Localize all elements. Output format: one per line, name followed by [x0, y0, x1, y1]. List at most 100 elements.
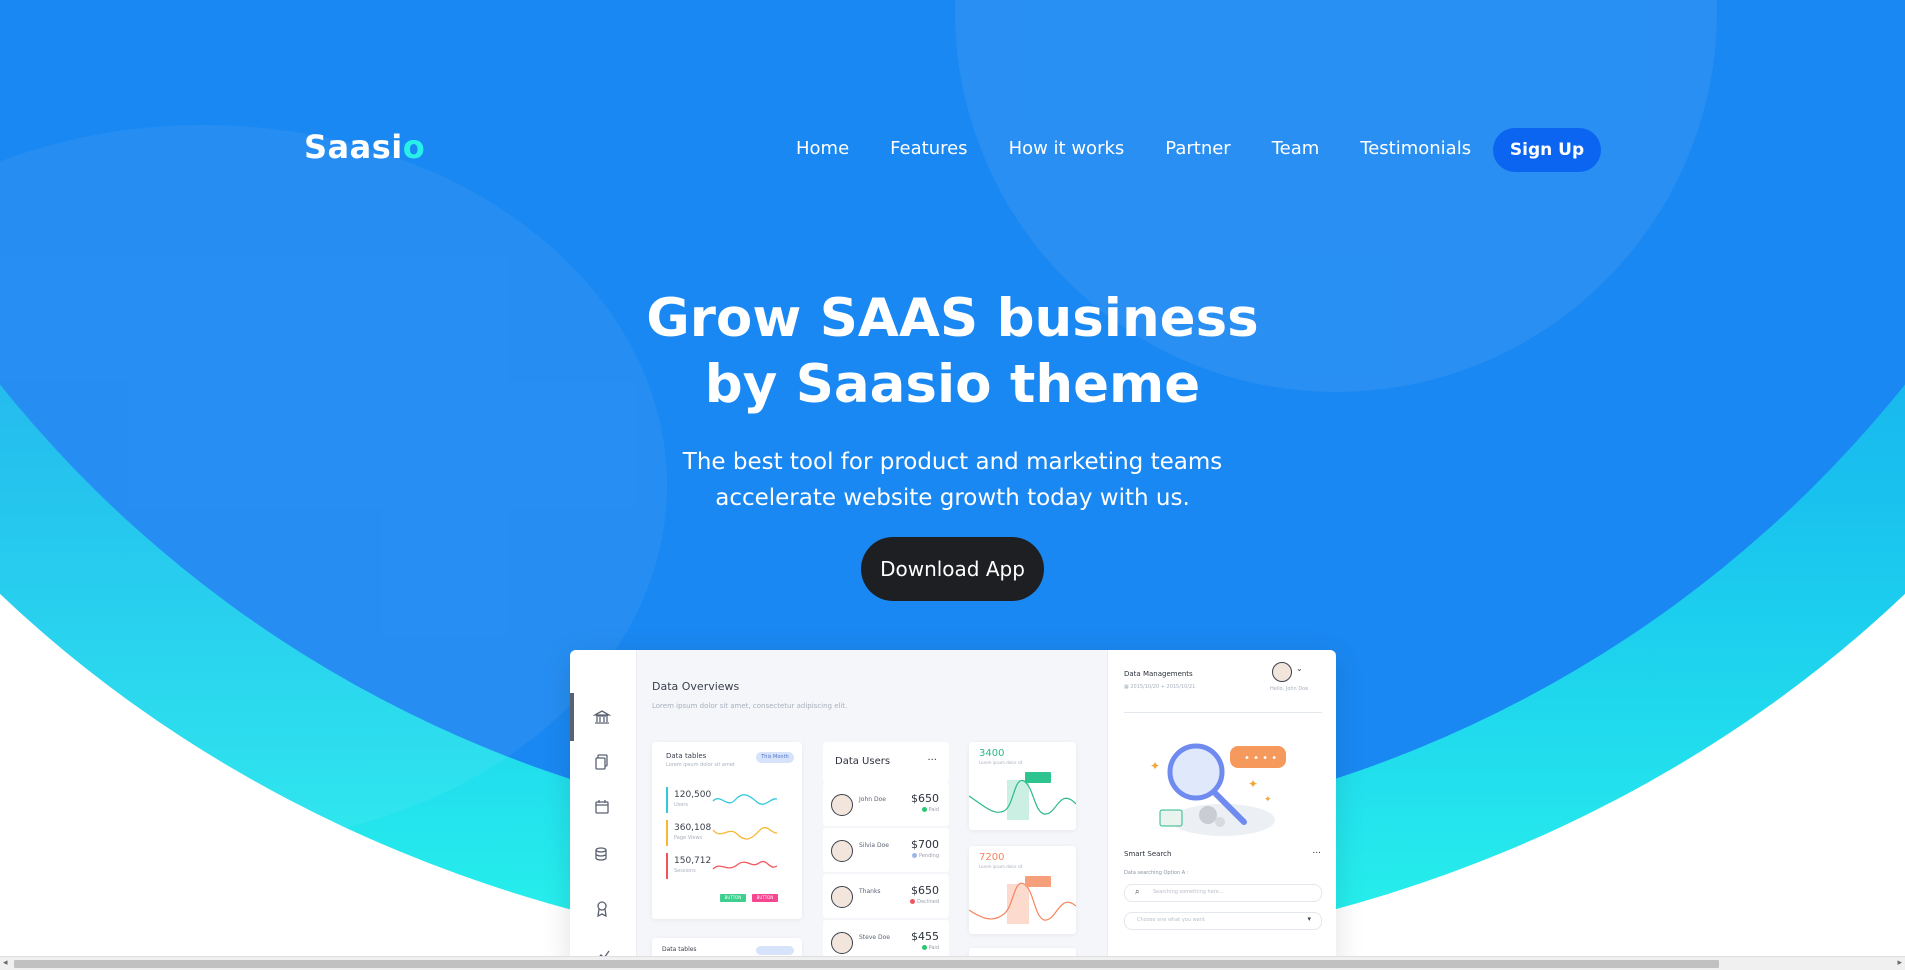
status-dot [910, 899, 916, 904]
user-name: John Doe [859, 796, 886, 803]
award-icon [592, 900, 612, 918]
calendar-icon [592, 798, 612, 816]
status-text: Pending [919, 853, 939, 859]
user-status: Pending [912, 853, 939, 859]
scroll-right-icon[interactable]: ▸ [1897, 958, 1902, 968]
dashboard-preview: Data Overviews Lorem ipsum dolor sit ame… [570, 650, 1336, 970]
hero-subtitle-line2: accelerate website growth today with us. [715, 485, 1190, 511]
search-placeholder: Searching something here... [1153, 889, 1224, 895]
dashboard-heading: Data Overviews [652, 680, 740, 693]
stat-bar [666, 787, 668, 813]
caret-down-icon: ▾ [1307, 915, 1311, 923]
data-tables-sub: Lorem ipsum dolor sit amet [666, 762, 735, 768]
svg-text:✦: ✦ [1150, 759, 1160, 773]
user-name: Steve Doe [859, 934, 890, 941]
user-row: Thanks $650 Declined [823, 874, 949, 918]
scroll-left-icon[interactable]: ◂ [3, 958, 8, 968]
user-row: Silvia Doe $700 Pending [823, 828, 949, 872]
user-status: Paid [921, 807, 939, 813]
stat-label: Users [674, 802, 689, 808]
hero-title: Grow SAAS business by Saasio theme [0, 286, 1905, 418]
nav-testimonials[interactable]: Testimonials [1360, 138, 1471, 159]
horizontal-scrollbar[interactable]: ◂ ▸ [0, 956, 1905, 970]
user-status: Paid [921, 945, 939, 951]
avatar [831, 794, 853, 816]
pink-button[interactable]: BUTTON [752, 894, 778, 902]
mini-chart-green: 3400 Lorem ipsum dolor sit [969, 742, 1076, 830]
status-text: Paid [928, 945, 939, 951]
hero-subtitle-line1: The best tool for product and marketing … [682, 449, 1223, 475]
status-dot [921, 807, 927, 812]
status-text: Paid [928, 807, 939, 813]
main-nav: Home Features How it works Partner Team … [796, 138, 1512, 159]
stat-bar [666, 853, 668, 879]
scrollbar-thumb[interactable] [14, 960, 1719, 968]
hello-user: Hello, John Doe [1270, 686, 1309, 692]
brand-accent-letter: o [402, 128, 426, 166]
sidebar-active-indicator [570, 693, 574, 741]
data-tables-filter[interactable]: This Month [756, 752, 794, 763]
users-card-header: Data Users ... [823, 742, 949, 782]
option-select[interactable]: Choose one what you want ▾ [1124, 912, 1322, 930]
more-icon[interactable]: ... [1312, 846, 1321, 856]
user-status: Declined [910, 899, 939, 905]
nav-home[interactable]: Home [796, 138, 849, 159]
signup-button[interactable]: Sign Up [1493, 128, 1601, 172]
coins-icon [592, 845, 612, 863]
stat-value: 120,500 [674, 790, 712, 800]
smart-search-title: Smart Search [1124, 850, 1172, 858]
svg-text:✦: ✦ [1264, 795, 1272, 805]
mini-chart-green-plot [969, 772, 1076, 820]
smart-search-input[interactable]: ⌕ Searching something here... [1124, 884, 1322, 902]
svg-text:• • • •: • • • • [1244, 753, 1277, 764]
nav-features[interactable]: Features [890, 138, 967, 159]
stat-label: Sessions [674, 868, 696, 874]
stat-row-pageviews: 360,108 Page Views [666, 820, 778, 846]
brand-logo[interactable]: Saasio [304, 128, 425, 166]
divider [1124, 712, 1322, 713]
data-users-card: Data Users ... John Doe $650 Paid Silvia… [823, 742, 949, 970]
hero-subtitle: The best tool for product and marketing … [0, 444, 1905, 516]
data-tables-title-2: Data tables [662, 946, 697, 953]
nav-how-it-works[interactable]: How it works [1009, 138, 1125, 159]
chevron-down-icon[interactable]: ⌄ [1296, 664, 1303, 673]
filter-pill [756, 946, 794, 955]
mini-chart-value: 3400 [979, 748, 1005, 759]
user-price: $700 [911, 838, 939, 851]
data-users-title: Data Users [835, 756, 891, 767]
status-dot [912, 853, 917, 858]
landing-page: Saasio Home Features How it works Partne… [0, 0, 1905, 970]
svg-text:✦: ✦ [1248, 777, 1258, 791]
search-illustration: • • • • ✦ ✦ ✦ [1150, 743, 1286, 836]
green-button[interactable]: BUTTON [720, 894, 746, 902]
nav-team[interactable]: Team [1272, 138, 1320, 159]
user-name: Thanks [859, 888, 881, 895]
stat-value: 360,108 [674, 823, 712, 833]
user-price: $650 [911, 884, 939, 897]
sparkline-users [712, 794, 778, 805]
stat-label: Page Views [674, 835, 703, 841]
bank-icon [592, 708, 612, 726]
profile-avatar[interactable] [1272, 662, 1292, 682]
avatar [831, 840, 853, 862]
status-dot [921, 945, 927, 950]
data-tables-card: Data tables Lorem ipsum dolor sit amet T… [652, 742, 802, 919]
dashboard-right-panel: Data Managements ▦ 2015/10/20 + 2015/10/… [1107, 650, 1336, 970]
stat-row-users: 120,500 Users [666, 787, 778, 813]
dashboard-main: Data Overviews Lorem ipsum dolor sit ame… [636, 650, 1106, 970]
nav-partner[interactable]: Partner [1165, 138, 1230, 159]
mini-chart-orange-plot [969, 876, 1076, 924]
hero-title-line2: by Saasio theme [704, 354, 1201, 415]
more-icon[interactable]: ... [927, 752, 937, 763]
date-range: ▦ 2015/10/20 + 2015/10/21 [1124, 684, 1195, 690]
stat-value: 150,712 [674, 856, 712, 866]
mini-chart-orange: 7200 Lorem ipsum dolor sit [969, 846, 1076, 934]
dashboard-sidebar [570, 650, 637, 970]
brand-name: Saasi [304, 128, 403, 166]
download-app-button[interactable]: Download App [861, 537, 1044, 601]
data-tables-title: Data tables [666, 752, 707, 760]
stat-bar [666, 820, 668, 846]
sparkline-pageviews [712, 827, 778, 840]
data-managements-title: Data Managements [1124, 670, 1193, 678]
mini-chart-label: Lorem ipsum dolor sit [979, 760, 1023, 765]
